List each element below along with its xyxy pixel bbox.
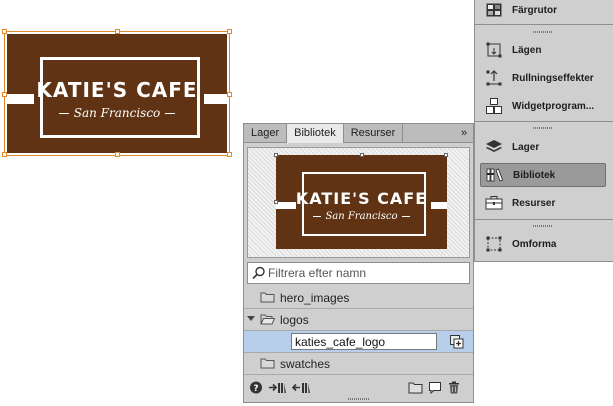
menu-divider	[475, 24, 613, 25]
expand-triangle-icon[interactable]	[247, 316, 255, 321]
help-icon[interactable]: ?	[249, 381, 263, 394]
list-item-katies-cafe-logo[interactable]	[244, 331, 473, 353]
folder-icon	[260, 358, 275, 369]
resize-handle-top-left[interactable]	[2, 29, 7, 34]
scroll-effects-icon	[484, 68, 504, 88]
transform-icon	[484, 234, 504, 254]
preview-logo-title: KATIE'S CAFE	[295, 189, 428, 208]
subtitle-rule-right	[165, 112, 176, 114]
menu-item-resurser[interactable]: Resurser	[480, 191, 606, 215]
menu-item-label: Färgrutor	[512, 4, 557, 16]
search-field[interactable]	[247, 262, 470, 284]
resize-handle-top-right[interactable]	[227, 29, 232, 34]
resize-handle-bottom-left[interactable]	[2, 152, 7, 157]
logo-image: KATIE'S CAFE San Francisco	[7, 34, 227, 153]
panel-resize-grip[interactable]	[348, 398, 370, 400]
new-folder-icon[interactable]	[408, 381, 423, 394]
tab-resurser[interactable]: Resurser	[344, 124, 404, 143]
search-input[interactable]	[268, 266, 463, 280]
states-icon	[484, 40, 504, 60]
library-list: hero_images logos katies_cafe_logo swatc…	[244, 287, 473, 375]
preview-logo-subtitle: San Francisco	[325, 211, 398, 222]
preview-handle-tr	[444, 153, 448, 157]
rename-input[interactable]	[291, 333, 437, 350]
preview-selection: KATIE'S CAFE San Francisco	[274, 153, 448, 249]
menu-item-label: Lägen	[512, 44, 542, 56]
tab-bibliotek[interactable]: Bibliotek	[287, 124, 344, 143]
app-window: KATIE'S CAFE San Francisco Lager Bibliot…	[0, 0, 613, 406]
panel-footer: ?	[244, 379, 473, 396]
menu-section-grip	[533, 225, 553, 227]
tab-lager[interactable]: Lager	[244, 124, 288, 143]
panel-tabs: Lager Bibliotek Resurser »	[244, 124, 473, 143]
place-item-icon[interactable]	[449, 334, 464, 349]
menu-divider	[475, 219, 613, 220]
resize-handle-bottom-right[interactable]	[227, 152, 232, 157]
selected-logo-object[interactable]: KATIE'S CAFE San Francisco	[2, 29, 232, 157]
preview-rule-left	[313, 216, 322, 217]
menu-item-label: Lager	[512, 141, 540, 153]
list-item-swatches[interactable]: swatches	[244, 353, 473, 375]
menu-item-widgetprogram[interactable]: Widgetprogram...	[480, 94, 606, 118]
import-icon[interactable]	[268, 381, 286, 394]
window-menu-panel: Färgrutor Lägen Rullningseffekter Widget…	[474, 0, 613, 262]
menu-item-label: Rullningseffekter	[512, 72, 594, 84]
menu-divider	[475, 121, 613, 122]
menu-section-grip	[533, 31, 553, 33]
library-icon	[485, 165, 505, 185]
widget-icon	[484, 96, 504, 116]
resize-handle-bottom[interactable]	[115, 152, 120, 157]
new-item-icon[interactable]	[428, 381, 442, 394]
menu-item-bibliotek[interactable]: Bibliotek	[480, 163, 606, 187]
preview-logo-image: KATIE'S CAFE San Francisco	[276, 155, 447, 249]
logo-subtitle-row: San Francisco	[7, 106, 227, 120]
panel-overflow-button[interactable]: »	[455, 124, 473, 142]
trash-icon[interactable]	[447, 381, 461, 394]
list-item-label: logos	[280, 313, 309, 327]
resize-handle-right[interactable]	[227, 92, 232, 97]
open-folder-icon	[260, 314, 275, 325]
menu-item-omforma[interactable]: Omforma	[480, 232, 606, 256]
menu-item-label: Omforma	[512, 238, 557, 250]
list-item-label: swatches	[280, 357, 331, 371]
resize-handle-top[interactable]	[115, 29, 120, 34]
list-item-logos[interactable]: logos	[244, 309, 473, 331]
list-item-hero-images[interactable]: hero_images	[244, 287, 473, 309]
preview-handle-tl	[274, 153, 278, 157]
folder-icon	[260, 292, 275, 303]
menu-item-label: Widgetprogram...	[512, 100, 595, 112]
search-icon	[252, 266, 265, 280]
preview-rule-right	[401, 216, 410, 217]
asset-preview: KATIE'S CAFE San Francisco	[247, 147, 470, 258]
library-panel: Lager Bibliotek Resurser » KATIE'S CAFE …	[243, 123, 474, 403]
menu-item-lager[interactable]: Lager	[480, 135, 606, 159]
preview-subtitle-row: San Francisco	[276, 211, 447, 222]
preview-handle-l	[274, 200, 278, 204]
svg-text:?: ?	[253, 384, 258, 394]
list-item-label: hero_images	[280, 291, 350, 305]
menu-section-grip	[533, 127, 553, 129]
menu-item-fargrutor[interactable]: Färgrutor	[480, 0, 606, 22]
logo-subtitle: San Francisco	[73, 106, 161, 120]
export-icon[interactable]	[292, 381, 310, 394]
assets-icon	[484, 193, 504, 213]
menu-item-label: Bibliotek	[513, 169, 556, 181]
resize-handle-left[interactable]	[2, 92, 7, 97]
menu-item-label: Resurser	[512, 197, 556, 209]
logo-title: KATIE'S CAFE	[36, 78, 198, 102]
menu-item-lagen[interactable]: Lägen	[480, 38, 606, 62]
swatches-icon	[484, 0, 504, 20]
subtitle-rule-left	[58, 112, 69, 114]
menu-item-rullningseffekter[interactable]: Rullningseffekter	[480, 66, 606, 90]
layers-icon	[484, 137, 504, 157]
preview-handle-t	[360, 153, 364, 157]
